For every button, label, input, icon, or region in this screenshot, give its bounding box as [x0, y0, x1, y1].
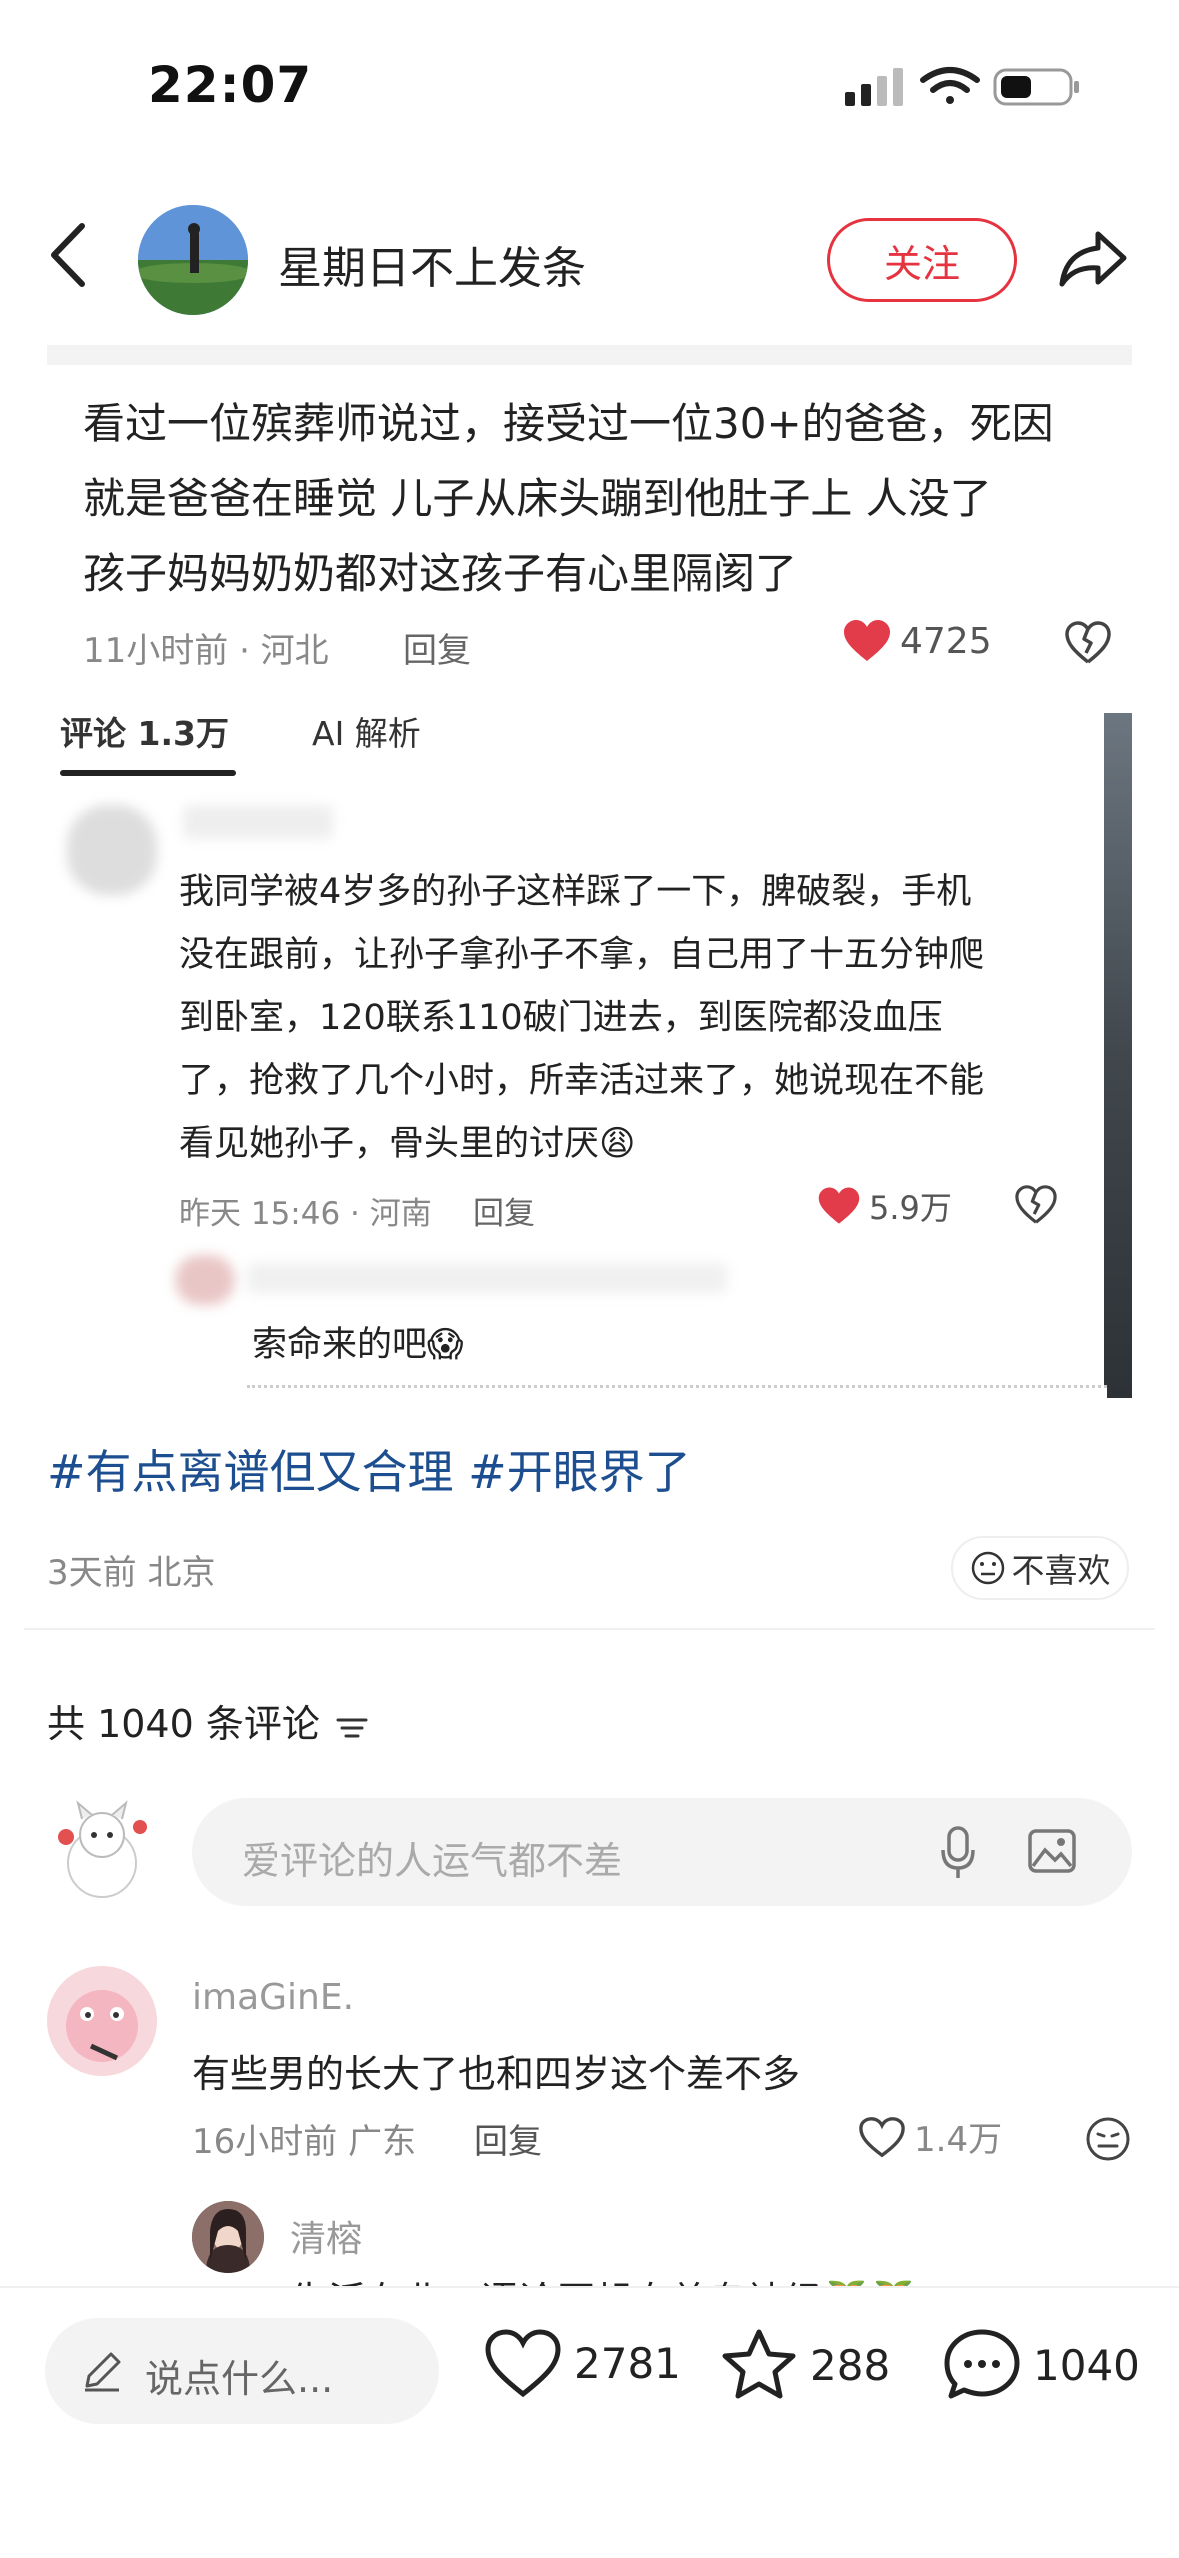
- comment-input-placeholder: 爱评论的人运气都不差: [242, 1839, 623, 1883]
- quoted-reply-line: 没在跟前，让孙子拿孙子不拿，自己用了十五分钟爬: [179, 935, 985, 975]
- sort-filter-icon: [336, 1718, 368, 1737]
- comment-total-count: 1040: [1033, 2340, 1140, 2390]
- cutoff-row: [247, 1385, 1107, 1398]
- broken-heart-icon: [1015, 1185, 1057, 1224]
- status-time: 22:07: [148, 56, 313, 114]
- commenter-username[interactable]: imaGinE.: [192, 1977, 354, 2018]
- dislike-label: 不喜欢: [1011, 1551, 1111, 1590]
- comment-meta: 16小时前 广东: [192, 2122, 417, 2162]
- like-button[interactable]: 2781: [484, 2328, 681, 2398]
- quoted-comment-line: 看过一位殡葬师说过，接受过一位30+的爸爸，死因: [83, 399, 1054, 448]
- chat-bubble-icon: [944, 2329, 1020, 2399]
- heart-outline-icon: [859, 2116, 905, 2157]
- my-avatar: [52, 1797, 152, 1901]
- quoted-reply-label-2: 回复: [473, 1196, 535, 1232]
- quoted-nested-reply: 索命来的吧😱: [252, 1325, 464, 1365]
- quoted-reply-line: 我同学被4岁多的孙子这样踩了一下，脾破裂，手机: [179, 872, 972, 912]
- comment-dislike-button[interactable]: [1085, 2116, 1131, 2166]
- share-icon: [1059, 231, 1127, 287]
- say-something-input[interactable]: 说点什么...: [45, 2318, 439, 2424]
- quoted-reply-like: 5.9万: [817, 1183, 952, 1229]
- post-image[interactable]: 看过一位殡葬师说过，接受过一位30+的爸爸，死因 就是爸爸在睡觉 儿子从床头蹦到…: [47, 345, 1132, 1398]
- meh-face-icon: [971, 1551, 1004, 1585]
- tab-ai-analysis: AI 解析: [312, 714, 421, 753]
- blurred-username-2: [247, 1263, 727, 1293]
- author-avatar[interactable]: [138, 205, 248, 315]
- image-icon: [1028, 1829, 1076, 1873]
- heart-outline-icon: [485, 2329, 561, 2398]
- pencil-icon: [85, 2352, 121, 2392]
- blurred-avatar: [67, 805, 157, 895]
- quoted-like-count: 4725: [900, 620, 992, 662]
- blurred-username: [183, 805, 333, 839]
- battery-icon: [993, 68, 1079, 106]
- quoted-reply-label: 回复: [403, 631, 471, 671]
- quoted-reply-dislike: [1015, 1185, 1057, 1229]
- comment-like-button[interactable]: 1.4万: [858, 2112, 1002, 2161]
- heart-filled-icon: [818, 1187, 860, 1224]
- broken-heart-icon: [1065, 621, 1111, 664]
- follow-button[interactable]: 关注: [827, 218, 1017, 302]
- quoted-reply-like-count: 5.9万: [869, 1189, 952, 1227]
- status-icons: [845, 64, 1085, 114]
- wifi-icon: [920, 67, 980, 104]
- comment-like-count: 1.4万: [914, 2120, 1003, 2160]
- divider: [24, 1628, 1155, 1630]
- microphone-icon: [941, 1826, 975, 1878]
- comment-text: 有些男的长大了也和四岁这个差不多: [192, 2052, 801, 2096]
- dislike-button[interactable]: 不喜欢: [951, 1536, 1129, 1600]
- quoted-dislike: [1065, 621, 1111, 669]
- image-edge-strip: [1104, 713, 1132, 1398]
- quoted-comment-line: 就是爸爸在睡觉 儿子从床头蹦到他肚子上 人没了: [83, 474, 992, 523]
- commenter-avatar[interactable]: [47, 1966, 157, 2076]
- tab-comments: 评论 1.3万: [60, 714, 229, 753]
- blurred-avatar-2: [175, 1255, 235, 1305]
- quoted-comment-line: 孩子妈妈奶奶都对这孩子有心里隔阂了: [83, 549, 798, 598]
- cellular-signal-icon: [845, 68, 903, 106]
- comment-input[interactable]: 爱评论的人运气都不差: [192, 1798, 1132, 1906]
- post-hashtags[interactable]: #有点离谱但又合理 #开眼界了: [47, 1436, 691, 1502]
- reply-avatar[interactable]: [192, 2201, 264, 2273]
- like-count: 2781: [574, 2338, 681, 2388]
- post-date: 3天前 北京: [47, 1553, 216, 1593]
- chevron-left-icon: [51, 223, 85, 287]
- share-button[interactable]: [1058, 228, 1128, 294]
- collect-count: 288: [810, 2340, 891, 2390]
- back-button[interactable]: [48, 222, 88, 292]
- quoted-reply-line: 到卧室，120联系110破门进去，到医院都没血压: [179, 998, 943, 1038]
- star-outline-icon: [722, 2329, 796, 2399]
- image-top-edge: [47, 345, 1132, 365]
- tab-underline: [60, 770, 236, 776]
- quoted-reply-meta: 昨天 15:46 · 河南: [179, 1196, 432, 1232]
- reply-username[interactable]: 清榕: [290, 2210, 362, 2262]
- frown-face-icon: [1086, 2117, 1130, 2161]
- heart-filled-icon: [844, 620, 890, 661]
- quoted-reply-line: 看见她孙子，骨头里的讨厌😩: [179, 1124, 636, 1164]
- author-name[interactable]: 星期日不上发条: [278, 232, 586, 296]
- comment-count-header[interactable]: 共 1040 条评论: [47, 1693, 372, 1748]
- quoted-like: 4725: [842, 619, 992, 663]
- say-placeholder: 说点什么...: [145, 2357, 334, 2401]
- quoted-comment-meta: 11小时前 · 河北: [83, 631, 329, 671]
- comment-button[interactable]: 1040: [943, 2328, 1140, 2402]
- quoted-reply-line: 了，抢救了几个小时，所幸活过来了，她说现在不能: [179, 1061, 985, 1101]
- collect-button[interactable]: 288: [720, 2328, 890, 2402]
- comment-reply-button[interactable]: 回复: [474, 2114, 542, 2163]
- comment-count-label: 共 1040 条评论: [47, 1702, 320, 1746]
